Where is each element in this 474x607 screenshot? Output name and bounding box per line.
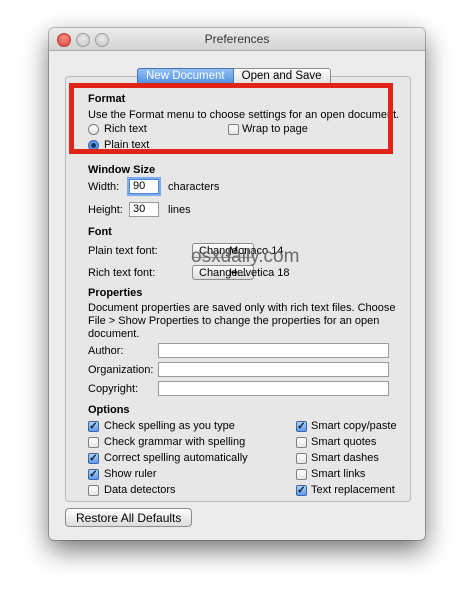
window-size-heading: Window Size (88, 164, 156, 176)
properties-description-line-1: Document properties are saved only with … (88, 302, 396, 314)
organization-label: Organization: (88, 364, 154, 376)
rich-text-label: Rich text (104, 123, 147, 135)
show-ruler-checkbox[interactable]: ✓ (88, 469, 99, 480)
option-label: Smart quotes (311, 436, 377, 448)
tab-new-document[interactable]: New Document (137, 68, 234, 85)
restore-all-defaults-button[interactable]: Restore All Defaults (65, 508, 193, 527)
check-grammar-checkbox[interactable] (88, 437, 99, 448)
copyright-label: Copyright: (88, 383, 139, 395)
option-label: Data detectors (104, 484, 176, 496)
height-label: Height: (88, 204, 123, 216)
options-heading: Options (88, 404, 130, 416)
rich-font-label: Rich text font: (88, 267, 156, 279)
option-label: Text replacement (311, 484, 395, 496)
wrap-to-page-label: Wrap to page (242, 123, 308, 135)
option-label: Correct spelling automatically (104, 452, 248, 464)
smart-copy-paste-checkbox[interactable]: ✓ (296, 421, 307, 432)
font-heading: Font (88, 226, 112, 238)
properties-description-line-3: document. (88, 328, 140, 340)
option-label: Smart dashes (311, 452, 379, 464)
smart-links-checkbox[interactable] (296, 469, 307, 480)
tab-open-and-save[interactable]: Open and Save (233, 68, 331, 85)
smart-quotes-checkbox[interactable] (296, 437, 307, 448)
data-detectors-checkbox[interactable] (88, 485, 99, 496)
width-input[interactable]: 90 (129, 179, 159, 194)
smart-dashes-checkbox[interactable] (296, 453, 307, 464)
copyright-field[interactable] (158, 381, 389, 396)
watermark: osxdaily.com (191, 246, 300, 267)
wrap-to-page-checkbox[interactable] (228, 124, 239, 135)
check-spelling-checkbox[interactable]: ✓ (88, 421, 99, 432)
width-unit: characters (168, 181, 220, 193)
author-label: Author: (88, 345, 124, 357)
rich-text-radio[interactable] (88, 124, 99, 135)
format-description: Use the Format menu to choose settings f… (88, 109, 400, 121)
height-input[interactable]: 30 (129, 202, 159, 217)
option-label: Show ruler (104, 468, 157, 480)
tab-bar: New Document Open and Save (137, 68, 331, 85)
preferences-window: Preferences New Document Open and Save F… (49, 28, 425, 540)
plain-text-label: Plain text (104, 139, 150, 151)
window-title: Preferences (204, 32, 270, 46)
format-heading: Format (88, 93, 126, 105)
rich-font-value: Helvetica 18 (229, 267, 290, 279)
height-unit: lines (168, 204, 191, 216)
option-label: Smart copy/paste (311, 420, 397, 432)
preferences-pane: Format Use the Format menu to choose set… (65, 76, 411, 502)
title-bar: Preferences (49, 28, 425, 51)
properties-description-line-2: File > Show Properties to change the pro… (88, 315, 380, 327)
organization-field[interactable] (158, 362, 389, 377)
plain-text-radio[interactable] (88, 140, 99, 151)
author-field[interactable] (158, 343, 389, 358)
width-label: Width: (88, 181, 120, 193)
text-replacement-checkbox[interactable]: ✓ (296, 485, 307, 496)
option-label: Check grammar with spelling (104, 436, 246, 448)
plain-font-label: Plain text font: (88, 245, 158, 257)
properties-heading: Properties (88, 287, 143, 299)
option-label: Smart links (311, 468, 366, 480)
option-label: Check spelling as you type (104, 420, 235, 432)
correct-spelling-checkbox[interactable]: ✓ (88, 453, 99, 464)
